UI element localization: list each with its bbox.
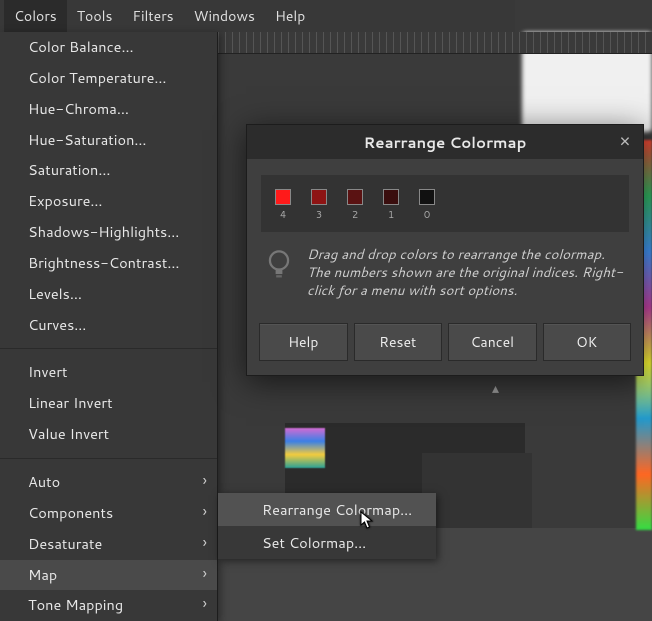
menu-item-shadows-highlights[interactable]: Shadows-Highlights… [0, 217, 217, 248]
menu-bar: Colors Tools Filters Windows Help [0, 0, 515, 32]
colors-menu: Color Balance… Color Temperature… Hue-Ch… [0, 32, 218, 621]
swatch-index: 3 [316, 208, 322, 222]
menu-tools[interactable]: Tools [67, 0, 123, 32]
reset-button[interactable]: Reset [354, 323, 443, 361]
menu-windows[interactable]: Windows [184, 0, 265, 32]
menu-item-desaturate[interactable]: Desaturate [0, 529, 217, 560]
menu-item-components[interactable]: Components [0, 498, 217, 529]
menu-item-brightness-contrast[interactable]: Brightness-Contrast… [0, 248, 217, 279]
colormap-swatch[interactable]: 2 [347, 189, 363, 222]
colormap-swatch[interactable]: 3 [311, 189, 327, 222]
dialog-titlebar[interactable]: Rearrange Colormap × [247, 125, 643, 159]
menu-item-curves[interactable]: Curves… [0, 310, 217, 341]
menu-item-tone-mapping[interactable]: Tone Mapping [0, 590, 217, 621]
menu-item-levels[interactable]: Levels… [0, 279, 217, 310]
submenu-item-set-colormap[interactable]: Set Colormap… [218, 526, 436, 559]
menu-item-invert[interactable]: Invert [0, 357, 217, 388]
swatch-color [275, 189, 291, 205]
lightbulb-icon [265, 248, 295, 284]
swatch-color [383, 189, 399, 205]
scroll-up-arrow[interactable]: ▴ [492, 378, 502, 388]
colormap-swatch[interactable]: 4 [275, 189, 291, 222]
colormap-swatch-bar: 4 3 2 1 0 [261, 175, 629, 232]
colormap-swatch[interactable]: 1 [383, 189, 399, 222]
menu-filters[interactable]: Filters [122, 0, 183, 32]
horizontal-ruler [218, 32, 652, 54]
swatch-color [419, 189, 435, 205]
dialog-hint: Drag and drop colors to rearrange the co… [247, 232, 643, 313]
submenu-item-rearrange-colormap[interactable]: Rearrange Colormap… [218, 493, 436, 526]
swatch-index: 1 [388, 208, 394, 222]
ok-button[interactable]: OK [543, 323, 632, 361]
menu-item-value-invert[interactable]: Value Invert [0, 419, 217, 450]
menu-separator [0, 348, 217, 349]
swatch-index: 2 [352, 208, 358, 222]
close-button[interactable]: × [615, 131, 635, 151]
menu-colors[interactable]: Colors [4, 0, 67, 32]
cancel-button[interactable]: Cancel [448, 323, 537, 361]
menu-item-color-temperature[interactable]: Color Temperature… [0, 63, 217, 94]
colormap-swatch[interactable]: 0 [419, 189, 435, 222]
bg-decor [285, 428, 325, 468]
menu-separator [0, 458, 217, 459]
swatch-color [311, 189, 327, 205]
map-submenu: Rearrange Colormap… Set Colormap… [218, 493, 436, 559]
menu-item-map[interactable]: Map [0, 560, 217, 591]
menu-item-saturation[interactable]: Saturation… [0, 155, 217, 186]
menu-item-auto[interactable]: Auto [0, 467, 217, 498]
menu-item-hue-chroma[interactable]: Hue-Chroma… [0, 94, 217, 125]
rearrange-colormap-dialog: Rearrange Colormap × 4 3 2 1 0 [246, 124, 644, 376]
bg-decor [422, 453, 532, 528]
menu-item-hue-saturation[interactable]: Hue-Saturation… [0, 125, 217, 156]
help-button[interactable]: Help [259, 323, 348, 361]
dialog-hint-text: Drag and drop colors to rearrange the co… [307, 246, 627, 301]
menu-item-exposure[interactable]: Exposure… [0, 186, 217, 217]
menu-item-color-balance[interactable]: Color Balance… [0, 32, 217, 63]
dialog-title: Rearrange Colormap [364, 132, 527, 153]
swatch-index: 0 [424, 208, 430, 222]
dialog-button-row: Help Reset Cancel OK [247, 313, 643, 375]
menu-item-linear-invert[interactable]: Linear Invert [0, 388, 217, 419]
menu-help[interactable]: Help [265, 0, 315, 32]
swatch-color [347, 189, 363, 205]
swatch-index: 4 [280, 208, 286, 222]
